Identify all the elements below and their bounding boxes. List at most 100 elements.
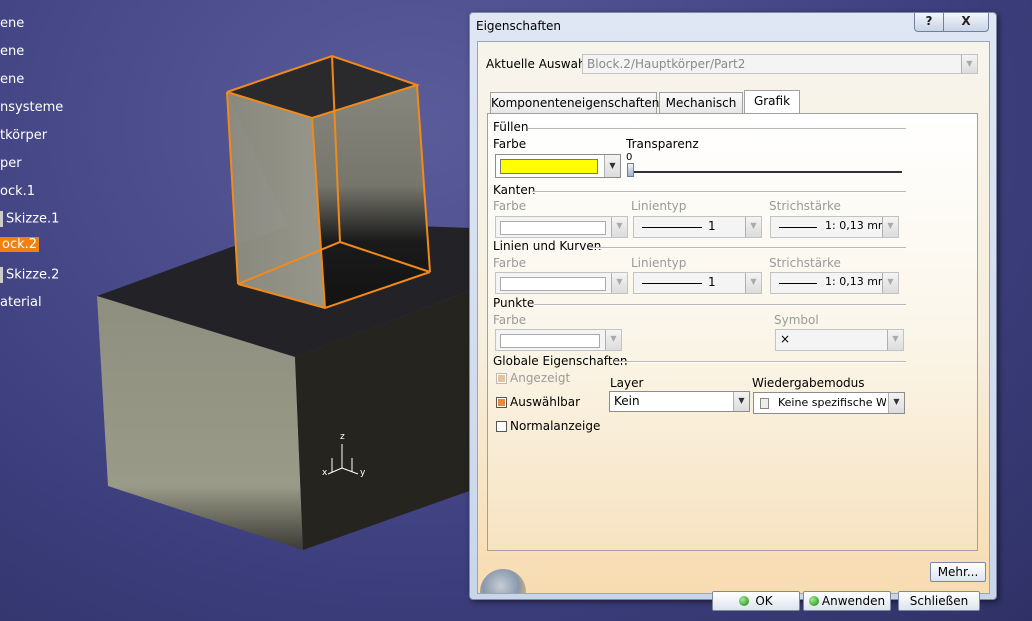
- block2-right-face: [312, 85, 430, 308]
- render-mode-label: Wiedergabemodus: [752, 376, 865, 390]
- tree-item-material[interactable]: aterial: [0, 295, 42, 310]
- chevron-down-icon: ▼: [611, 273, 627, 293]
- tree-item[interactable]: per: [0, 156, 22, 171]
- lines-color-swatch: [500, 277, 606, 291]
- render-mode-value: Keine spezifische Wi: [778, 396, 886, 409]
- sketch-icon: [0, 211, 3, 227]
- graphic-tab-panel: Füllen Farbe Transparenz ▼ 0 Kanten Farb…: [487, 113, 978, 551]
- chevron-down-icon: ▼: [888, 393, 904, 413]
- tree-item-label: ene: [0, 72, 25, 87]
- tree-item[interactable]: tkörper: [0, 128, 47, 143]
- current-selection-label: Aktuelle Auswahl:: [486, 57, 593, 71]
- properties-dialog: Eigenschaften ? X Aktuelle Auswahl: Bloc…: [469, 12, 997, 611]
- lines-weight-label: Strichstärke: [769, 256, 841, 270]
- lines-section-title: Linien und Kurven: [493, 239, 602, 253]
- transparency-label: Transparenz: [626, 137, 699, 151]
- lines-color-label: Farbe: [493, 256, 527, 270]
- normal-display-checkbox[interactable]: [496, 421, 507, 432]
- tab-component-properties[interactable]: Komponenteneigenschaften: [490, 92, 660, 114]
- chevron-down-icon: ▼: [605, 330, 621, 350]
- chevron-down-icon: ▼: [733, 392, 749, 411]
- dialog-title: Eigenschaften: [476, 19, 562, 33]
- tree-item[interactable]: ene: [0, 16, 24, 31]
- more-button[interactable]: Mehr...: [930, 562, 986, 582]
- edges-linetype-label: Linientyp: [631, 199, 687, 213]
- help-button[interactable]: ?: [914, 13, 944, 32]
- chevron-down-icon: ▼: [604, 155, 620, 177]
- layer-label: Layer: [610, 376, 644, 390]
- ok-button-label: OK: [755, 594, 773, 608]
- points-symbol-label: Symbol: [774, 313, 819, 327]
- green-dot-icon: [808, 596, 819, 606]
- lines-linetype-value: 1: [708, 275, 716, 289]
- edges-weight-combo: 1: 0,13 mm ▼: [770, 216, 899, 238]
- transparency-value: 0: [626, 152, 633, 163]
- render-mode-combo[interactable]: Keine spezifische Wi ▼: [753, 392, 905, 414]
- points-symbol-value: ×: [780, 332, 791, 346]
- ok-button[interactable]: OK: [712, 591, 800, 611]
- chevron-down-icon: ▼: [745, 217, 761, 237]
- normal-display-label: Normalanzeige: [510, 419, 601, 433]
- chevron-down-icon: ▼: [611, 217, 627, 237]
- tree-item-label: ock.1: [0, 184, 36, 199]
- tab-mechanical[interactable]: Mechanisch: [659, 92, 743, 114]
- points-symbol-combo: × ▼: [775, 329, 904, 351]
- chevron-down-icon: ▼: [882, 273, 898, 293]
- tree-item[interactable]: ene: [0, 72, 24, 87]
- edges-linetype-combo: 1 ▼: [633, 216, 762, 238]
- transparency-slider-track[interactable]: [630, 171, 902, 174]
- edges-color-label: Farbe: [493, 199, 527, 213]
- axis-x-label: x: [322, 468, 328, 478]
- lines-weight-value: 1: 0,13 mm: [825, 275, 883, 288]
- fill-color-label: Farbe: [493, 137, 527, 151]
- tree-item-sketch2[interactable]: Skizze.2: [0, 267, 59, 283]
- edges-linetype-value: 1: [708, 219, 716, 233]
- lines-color-combo: ▼: [495, 272, 628, 294]
- tab-label: Mechanisch: [665, 96, 737, 110]
- points-color-swatch: [500, 334, 600, 348]
- fill-color-picker[interactable]: ▼: [495, 154, 621, 178]
- tree-item-label: per: [0, 156, 22, 171]
- transparency-slider-thumb[interactable]: [627, 163, 634, 177]
- tree-item-label: ene: [0, 44, 25, 59]
- tree-item-label: ock.2: [2, 237, 38, 252]
- tab-graphic[interactable]: Grafik: [744, 90, 800, 114]
- sketch-icon: [0, 267, 3, 283]
- lines-weight-combo: 1: 0,13 mm ▼: [770, 272, 899, 294]
- chevron-down-icon: ▼: [961, 55, 977, 73]
- edges-section-title: Kanten: [493, 183, 536, 197]
- green-dot-icon: [739, 596, 750, 606]
- layer-combo[interactable]: Kein ▼: [609, 391, 750, 412]
- tab-label: Grafik: [753, 94, 791, 108]
- edges-color-swatch: [500, 221, 606, 235]
- shown-checkbox: [496, 373, 507, 384]
- tree-item-label: tkörper: [0, 128, 48, 143]
- tree-item-sketch1[interactable]: Skizze.1: [0, 211, 59, 227]
- lines-linetype-label: Linientyp: [631, 256, 687, 270]
- axis-y-label: y: [360, 468, 366, 478]
- fill-section-title: Füllen: [493, 120, 529, 134]
- current-selection-value: Block.2/Hauptkörper/Part2: [587, 57, 746, 71]
- block2-left-face: [227, 92, 325, 308]
- tree-item-label: Skizze.1: [6, 211, 60, 227]
- render-mode-icon: [760, 398, 769, 409]
- current-selection-combo: Block.2/Hauptkörper/Part2 ▼: [582, 54, 978, 74]
- tab-label: Komponenteneigenschaften: [491, 96, 660, 110]
- close-window-button[interactable]: X: [943, 13, 989, 32]
- layer-value: Kein: [614, 394, 640, 408]
- tree-item[interactable]: ene: [0, 44, 24, 59]
- tree-item-block1[interactable]: ock.1: [0, 184, 35, 199]
- selectable-checkbox[interactable]: [496, 397, 507, 408]
- apply-button[interactable]: Anwenden: [803, 591, 891, 611]
- edges-weight-label: Strichstärke: [769, 199, 841, 213]
- tree-item-label: Skizze.2: [6, 267, 60, 283]
- globe-logo: [480, 569, 526, 593]
- tree-item-block2-selected[interactable]: ock.2: [0, 237, 40, 252]
- close-button[interactable]: Schließen: [898, 591, 980, 611]
- chevron-down-icon: ▼: [887, 330, 903, 350]
- lines-linetype-combo: 1 ▼: [633, 272, 762, 294]
- points-section-title: Punkte: [493, 296, 535, 310]
- axis-triad: z x y: [322, 432, 372, 485]
- tree-item[interactable]: nsysteme: [0, 100, 63, 115]
- tree-item-label: nsysteme: [0, 100, 64, 115]
